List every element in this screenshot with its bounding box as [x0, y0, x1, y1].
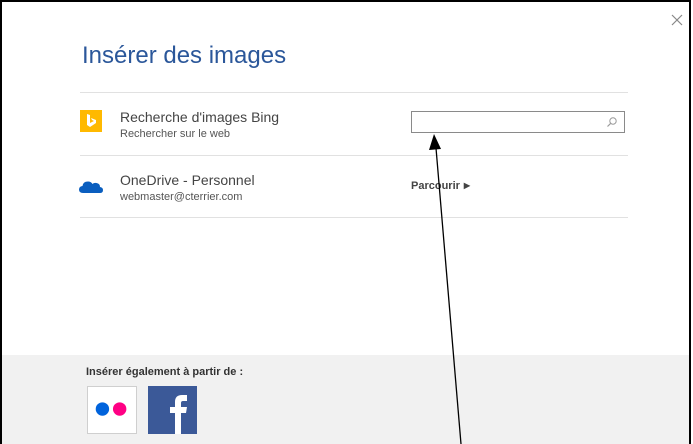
chevron-right-icon: ▶: [463, 181, 471, 190]
browse-label: Parcourir: [411, 180, 460, 192]
close-icon[interactable]: [669, 12, 685, 28]
flickr-button[interactable]: [87, 386, 137, 434]
bing-title[interactable]: Recherche d'images Bing: [120, 109, 279, 125]
divider: [80, 92, 628, 93]
facebook-icon: [170, 395, 187, 434]
bing-subtitle: Rechercher sur le web: [120, 128, 231, 140]
bing-icon: [80, 110, 102, 132]
bing-search-box[interactable]: [411, 111, 625, 133]
divider: [80, 155, 628, 156]
footer-label: Insérer également à partir de :: [86, 366, 244, 378]
dialog-title: Insérer des images: [82, 42, 287, 69]
divider: [80, 217, 628, 218]
onedrive-title[interactable]: OneDrive - Personnel: [120, 172, 255, 188]
search-icon[interactable]: [606, 116, 618, 128]
facebook-button[interactable]: [148, 386, 197, 434]
browse-link[interactable]: Parcourir ▶: [411, 180, 470, 192]
flickr-icon: [95, 402, 127, 416]
onedrive-account: webmaster@cterrier.com: [120, 191, 243, 203]
onedrive-icon: [79, 181, 103, 193]
bing-search-input[interactable]: [416, 113, 606, 133]
